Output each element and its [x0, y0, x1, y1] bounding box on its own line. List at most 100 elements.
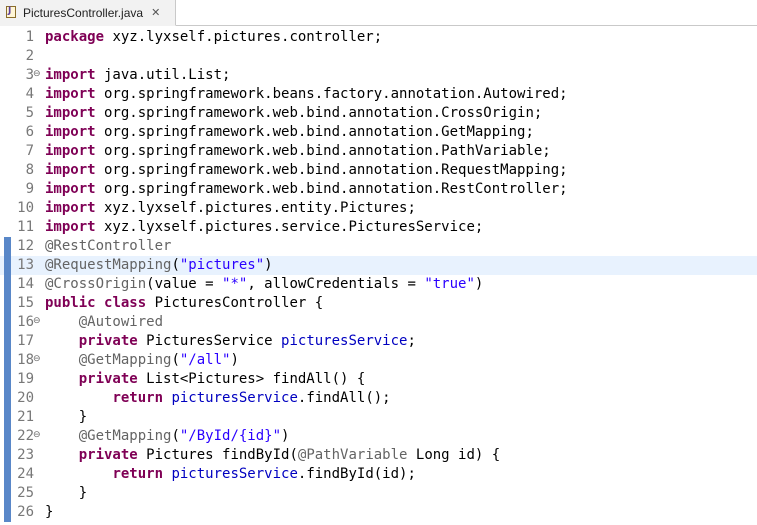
line-number: 10 — [17, 200, 34, 216]
code-token: org.springframework.beans.factory.annota… — [95, 86, 568, 102]
collapse-icon[interactable]: ⊖ — [33, 427, 41, 443]
code-editor[interactable]: 1 package xyz.lyxself.pictures.controller… — [0, 26, 757, 525]
code-token: import — [45, 181, 96, 197]
close-icon[interactable]: ✕ — [151, 6, 160, 19]
code-line[interactable]: 26} — [0, 503, 757, 522]
line-number: 11 — [17, 219, 34, 235]
code-text: } — [45, 484, 87, 503]
code-token: ) — [264, 257, 273, 273]
change-marker — [4, 294, 11, 313]
code-line[interactable]: 15 public class PicturesController { — [0, 294, 757, 313]
code-token: import — [45, 219, 96, 235]
code-token: class — [104, 295, 147, 311]
code-line[interactable]: 17 private PicturesService picturesServi… — [0, 332, 757, 351]
code-token: , allowCredentials = — [247, 276, 425, 292]
code-token: public — [45, 295, 96, 311]
code-token: "true" — [424, 276, 475, 292]
line-number: 1 — [25, 29, 34, 45]
code-text: import org.springframework.web.bind.anno… — [45, 104, 542, 123]
code-token: import — [45, 143, 96, 159]
code-line[interactable]: 5 import org.springframework.web.bind.ann… — [0, 104, 757, 123]
code-line[interactable]: 8 import org.springframework.web.bind.ann… — [0, 161, 757, 180]
code-token: picturesService — [171, 466, 298, 482]
code-token: "pictures" — [179, 257, 265, 273]
code-token: return — [112, 466, 164, 482]
change-marker — [4, 503, 11, 522]
line-number: 4 — [25, 86, 34, 102]
code-line[interactable]: 19 private List<Pictures> findAll() { — [0, 370, 757, 389]
code-line[interactable]: 24 return picturesService.findById(id); — [0, 465, 757, 484]
code-text: import java.util.List; — [45, 66, 230, 85]
code-token: xyz.lyxself.pictures.entity.Pictures; — [95, 200, 416, 216]
line-number: 13 — [17, 257, 34, 273]
code-token: import — [45, 105, 96, 121]
code-line[interactable]: 13 @RequestMapping("pictures") — [0, 256, 757, 275]
collapse-icon[interactable]: ⊖ — [33, 313, 41, 329]
change-marker — [4, 370, 11, 389]
code-token: org.springframework.web.bind.annotation.… — [95, 143, 551, 159]
editor-tab-pictures-controller[interactable]: J PicturesController.java ✕ — [0, 0, 176, 26]
code-text: private List<Pictures> findAll() { — [45, 370, 366, 389]
code-token: import — [45, 162, 96, 178]
code-line[interactable]: 4 import org.springframework.beans.factor… — [0, 85, 757, 104]
code-line[interactable]: 6 import org.springframework.web.bind.ann… — [0, 123, 757, 142]
code-line[interactable]: 7 import org.springframework.web.bind.ann… — [0, 142, 757, 161]
code-token: @GetMapping — [78, 428, 172, 444]
code-token: ) — [230, 352, 239, 368]
code-line[interactable]: 11 import xyz.lyxself.pictures.service.Pi… — [0, 218, 757, 237]
code-token: package — [45, 29, 105, 45]
code-text: @RequestMapping("pictures") — [45, 256, 273, 275]
code-line[interactable]: 23 private Pictures findById(@PathVariab… — [0, 446, 757, 465]
change-marker — [4, 351, 11, 370]
line-number: 5 — [25, 105, 34, 121]
line-number: 22 — [17, 428, 34, 444]
code-text: } — [45, 503, 53, 522]
code-line[interactable]: 2 — [0, 47, 757, 66]
change-marker — [4, 256, 11, 275]
code-line[interactable]: 9 import org.springframework.web.bind.ann… — [0, 180, 757, 199]
code-token: xyz.lyxself.pictures.controller; — [104, 29, 383, 45]
editor-tab-bar: J PicturesController.java ✕ — [0, 0, 757, 26]
code-line[interactable]: 14 @CrossOrigin(value = "*", allowCredent… — [0, 275, 757, 294]
code-line[interactable]: 10 import xyz.lyxself.pictures.entity.Pic… — [0, 199, 757, 218]
code-token: @CrossOrigin — [45, 276, 147, 292]
code-token: Long id) { — [407, 447, 501, 463]
code-line[interactable]: 21 } — [0, 408, 757, 427]
code-token: import — [45, 200, 96, 216]
change-marker — [4, 389, 11, 408]
line-number: 8 — [25, 162, 34, 178]
code-line[interactable]: 20 return picturesService.findAll(); — [0, 389, 757, 408]
code-text: } — [45, 408, 87, 427]
code-line[interactable]: 3 ⊖ import java.util.List; — [0, 66, 757, 85]
line-number: 24 — [17, 466, 34, 482]
code-text: public class PicturesController { — [45, 294, 323, 313]
collapse-icon[interactable]: ⊖ — [33, 66, 41, 82]
code-line[interactable]: 1 package xyz.lyxself.pictures.controller… — [0, 28, 757, 47]
line-number: 16 — [17, 314, 34, 330]
code-token: import — [45, 124, 96, 140]
code-line[interactable]: 12 @RestController — [0, 237, 757, 256]
code-token: picturesService — [171, 390, 298, 406]
code-text: return picturesService.findAll(); — [45, 389, 391, 408]
code-token: private — [78, 447, 138, 463]
code-line[interactable]: 16 ⊖ @Autowired — [0, 313, 757, 332]
change-marker — [4, 465, 11, 484]
code-token: .findAll(); — [297, 390, 391, 406]
change-marker — [4, 237, 11, 256]
code-line[interactable]: 18 ⊖ @GetMapping("/all") — [0, 351, 757, 370]
code-text: private PicturesService picturesService; — [45, 332, 416, 351]
code-text: @Autowired — [45, 313, 163, 332]
java-file-icon: J — [6, 6, 18, 19]
code-line[interactable]: 25 } — [0, 484, 757, 503]
change-marker — [4, 332, 11, 351]
code-line[interactable]: 22 ⊖ @GetMapping("/ById/{id}") — [0, 427, 757, 446]
code-token: Pictures findById( — [137, 447, 298, 463]
code-text: private Pictures findById(@PathVariable … — [45, 446, 500, 465]
code-token: org.springframework.web.bind.annotation.… — [95, 124, 534, 140]
collapse-icon[interactable]: ⊖ — [33, 351, 41, 367]
